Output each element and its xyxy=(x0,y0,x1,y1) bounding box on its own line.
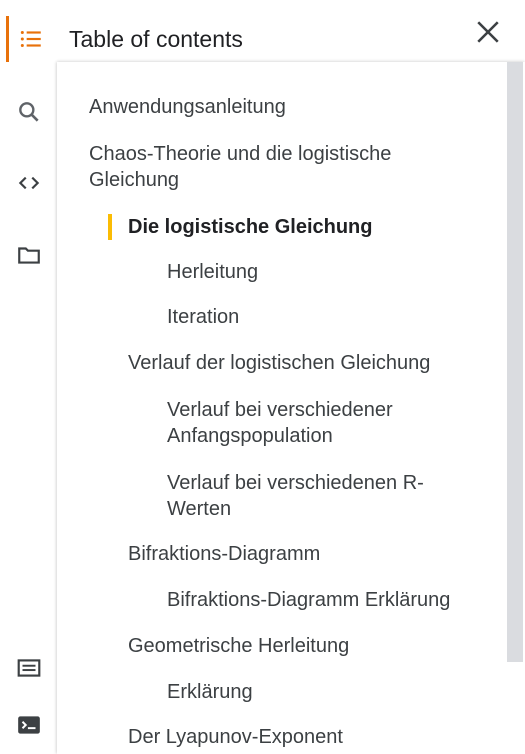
search-icon xyxy=(19,102,39,122)
toc-item-chaos-theorie[interactable]: Chaos-Theorie und die logistische Gleich… xyxy=(89,141,469,193)
code-icon xyxy=(18,176,40,190)
command-palette-button[interactable] xyxy=(6,645,52,691)
toc-item-erklaerung[interactable]: Erklärung xyxy=(167,679,487,705)
terminal-icon xyxy=(18,716,40,734)
code-snippets-button[interactable] xyxy=(6,160,52,206)
files-button[interactable] xyxy=(6,232,52,278)
close-button[interactable] xyxy=(470,14,506,50)
search-button[interactable] xyxy=(6,89,52,135)
toc-item-iteration[interactable]: Iteration xyxy=(167,304,487,330)
folder-icon xyxy=(18,247,40,264)
panel-title: Table of contents xyxy=(69,26,243,52)
close-icon xyxy=(477,21,499,43)
toc-item-anwendungsanleitung[interactable]: Anwendungsanleitung xyxy=(89,94,489,120)
toc-item-bifraktions-diagramm-erklaerung[interactable]: Bifraktions-Diagramm Erklärung xyxy=(167,587,502,613)
toc-scrollbar[interactable] xyxy=(507,62,523,662)
toc-item-bifraktions-diagramm[interactable]: Bifraktions-Diagramm xyxy=(128,541,488,567)
toc-item-verlauf-anfangspopulation[interactable]: Verlauf bei verschiedener Anfangspopulat… xyxy=(167,397,457,449)
side-rail xyxy=(0,0,57,754)
terminal-button[interactable] xyxy=(6,702,52,748)
toc-item-die-logistische-gleichung[interactable]: Die logistische Gleichung xyxy=(128,214,488,240)
toc-item-verlauf-der-logistischen-gleichung[interactable]: Verlauf der logistischen Gleichung xyxy=(128,350,498,376)
current-section-marker xyxy=(108,214,112,240)
keyboard-icon xyxy=(17,659,41,677)
toc-item-lyapunov-exponent[interactable]: Der Lyapunov-Exponent xyxy=(128,724,488,750)
toc-item-verlauf-r-werten[interactable]: Verlauf bei verschiedenen R-Werten xyxy=(167,470,457,522)
table-of-contents-button[interactable] xyxy=(6,16,52,62)
list-icon xyxy=(20,30,41,48)
toc-item-herleitung[interactable]: Herleitung xyxy=(167,259,487,285)
toc-item-geometrische-herleitung[interactable]: Geometrische Herleitung xyxy=(128,633,488,659)
